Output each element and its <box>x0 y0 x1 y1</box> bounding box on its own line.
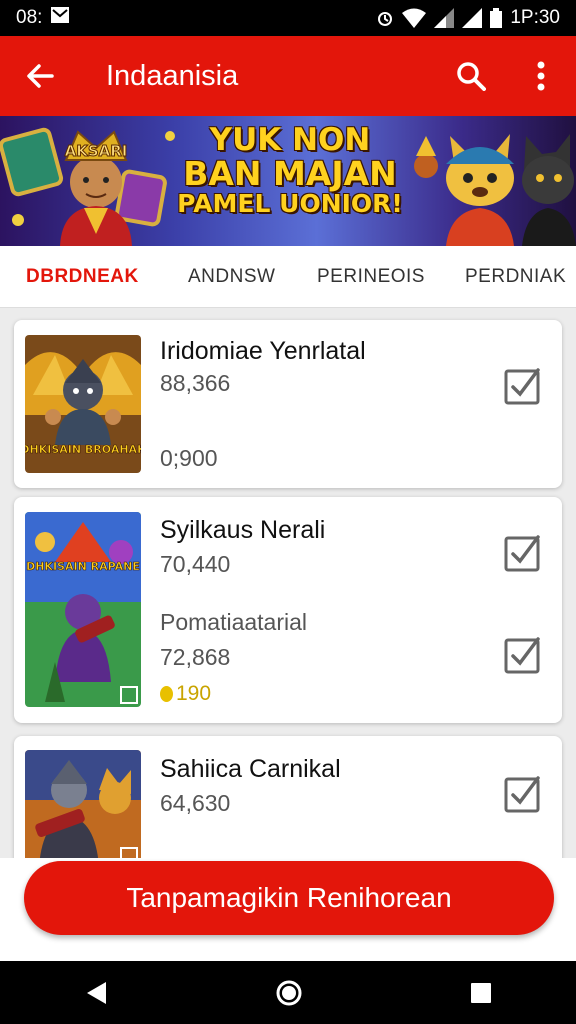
app-bar: Indaanisia <box>0 36 576 116</box>
game-thumbnail: DHKISAIN RAPANE <box>25 512 141 707</box>
arrow-back-icon <box>27 64 54 88</box>
signal-icon-2 <box>462 8 483 28</box>
game-sub-value: 72,868 <box>160 644 231 670</box>
more-vert-icon <box>537 61 545 91</box>
banner-headline: YUK NON BAN MAJAN PAMEL UONIOR! <box>175 124 405 217</box>
banner-line-3: PAMEL UONIOR! <box>177 189 403 219</box>
game-value: 70,440 <box>160 551 231 577</box>
checkbox-icon[interactable] <box>503 774 543 814</box>
category-tabs: DBRDNEAK ANDNSW PERINEOIS PERDNIAK <box>0 246 576 308</box>
nav-back-icon[interactable] <box>84 980 108 1006</box>
game-value: 88,366 <box>160 370 231 396</box>
game-name: Iridomiae Yenrlatal <box>160 337 366 365</box>
game-name: Syilkaus Nerali <box>160 516 326 544</box>
system-nav-bar <box>0 961 576 1024</box>
tab-perineois[interactable]: PERINEOIS <box>317 266 425 288</box>
alarm-icon <box>376 9 394 27</box>
banner-line-2: BAN MAJAN <box>183 153 397 193</box>
wifi-icon <box>402 8 427 28</box>
clock-left: 08: <box>16 7 43 28</box>
page-title: Indaanisia <box>106 59 239 92</box>
game-sub-label: Pomatiaatarial <box>160 609 308 635</box>
overflow-menu-button[interactable] <box>506 36 576 116</box>
game-card[interactable]: DHKISAIN BROAHAK Iridomiae Yenrlatal 88,… <box>14 320 562 488</box>
coin-count: 190 <box>160 682 211 706</box>
search-icon <box>457 62 486 91</box>
checkbox-icon[interactable] <box>503 635 543 675</box>
game-sub-value: 0;900 <box>160 445 218 471</box>
banner-hero-left-art: AKSARI <box>0 127 175 246</box>
signal-icon <box>434 8 455 28</box>
checkbox-icon[interactable] <box>503 366 543 406</box>
game-card[interactable]: Sahiica Carnikal 64,630 <box>14 736 562 866</box>
nav-home-icon[interactable] <box>275 979 303 1007</box>
primary-cta-button[interactable]: Tanpamagikin Renihorean <box>24 861 554 935</box>
thumb-text-2: DHKISAIN RAPANE <box>26 560 140 573</box>
banner-line-1: YUK NON <box>209 122 371 158</box>
game-name: Sahiica Carnikal <box>160 755 341 783</box>
tab-andnsw[interactable]: ANDNSW <box>188 266 275 288</box>
game-thumbnail: DHKISAIN BROAHAK <box>25 335 141 473</box>
thumb-text-1: DHKISAIN BROAHAK <box>25 443 141 456</box>
clock-right: 1P:30 <box>510 7 560 28</box>
search-button[interactable] <box>436 36 506 116</box>
back-button[interactable] <box>0 36 80 116</box>
checkbox-icon[interactable] <box>503 533 543 573</box>
tab-perdniak[interactable]: PERDNIAK <box>465 266 566 288</box>
game-thumbnail <box>25 750 141 866</box>
battery-icon <box>490 8 503 28</box>
banner-hero-right-art <box>414 134 576 246</box>
coin-value: 190 <box>176 682 212 705</box>
coin-icon <box>160 686 173 702</box>
game-card[interactable]: DHKISAIN RAPANE Syilkaus Nerali 70,440 P… <box>14 497 562 723</box>
nav-recents-icon[interactable] <box>470 982 492 1004</box>
game-value: 64,630 <box>160 790 231 816</box>
banner-logo-text: AKSARI <box>65 142 128 160</box>
mail-icon <box>50 6 70 30</box>
status-bar: 08: 1P:30 <box>0 0 576 36</box>
promo-banner[interactable]: AKSARI YUK NON BAN MAJAN PAMEL UONIOR! <box>0 116 576 246</box>
tab-dbrdneak[interactable]: DBRDNEAK <box>26 266 139 288</box>
